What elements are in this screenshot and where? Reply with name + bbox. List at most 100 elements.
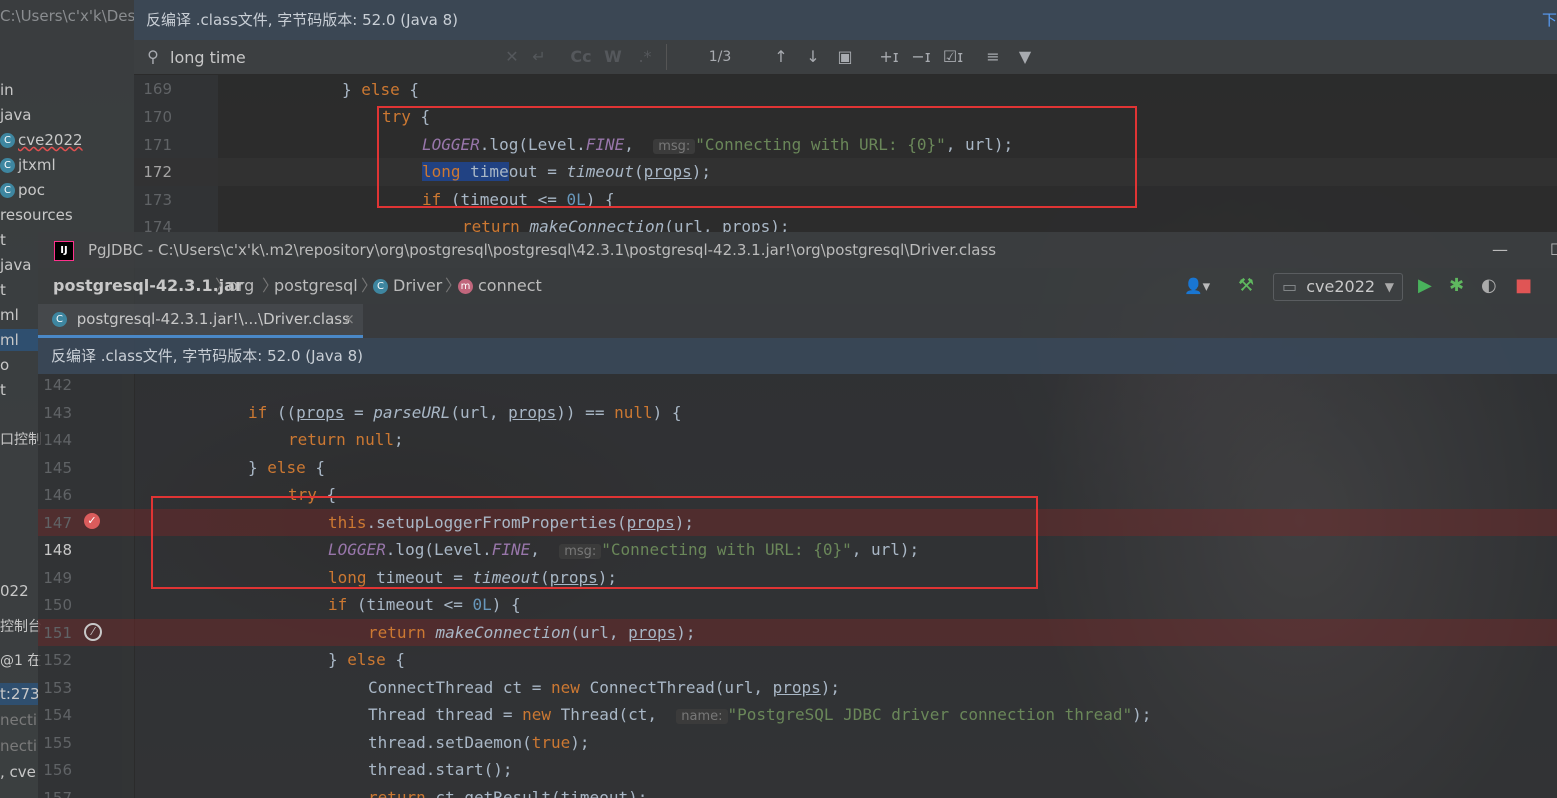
code-line[interactable]: thread.setDaemon(true);	[368, 733, 590, 752]
line-number: 169	[143, 80, 172, 98]
banner-link[interactable]: 下	[1542, 0, 1557, 40]
breakpoint-disabled-icon[interactable]: ⁄	[84, 623, 102, 641]
breakpoint-check-icon[interactable]: ✓	[84, 513, 100, 529]
run-panel-thread[interactable]: @1 在	[0, 650, 41, 672]
run-config-select[interactable]: ▭ cve2022 ▼	[1273, 273, 1403, 301]
close-tab-icon[interactable]: ×	[342, 304, 355, 335]
title-bar: IJ PgJDBC - C:\Users\c'x'k\.m2\repositor…	[38, 232, 1557, 268]
arrow-up-icon[interactable]: ↑	[770, 40, 792, 74]
code-line[interactable]: } else {	[248, 458, 325, 477]
run-panel-frame[interactable]: necti	[0, 709, 37, 731]
line-number: 145	[43, 459, 72, 477]
class-icon: C	[52, 312, 67, 327]
line-number: 155	[43, 734, 72, 752]
line-number: 151	[43, 624, 72, 642]
clear-icon[interactable]: ✕	[502, 40, 522, 74]
breadcrumb-postgresql[interactable]: postgresql	[274, 268, 358, 304]
minimize-icon[interactable]: —	[1492, 232, 1508, 268]
debug-bug-icon[interactable]: ✱	[1449, 268, 1464, 304]
string-literal: "PostgreSQL JDBC driver connection threa…	[727, 705, 1133, 724]
sidebar-item-jtxml[interactable]: Cjtxml	[0, 154, 56, 176]
sidebar-item-resources[interactable]: resources	[0, 204, 73, 226]
line-number: 150	[43, 596, 72, 614]
tab-driver-class[interactable]: C postgresql-42.3.1.jar!\...\Driver.clas…	[38, 304, 363, 338]
filter-lines-icon[interactable]: ≡	[982, 40, 1004, 74]
code-line[interactable]: if (timeout <= 0L) {	[328, 595, 521, 614]
breadcrumb-driver[interactable]: C Driver	[373, 268, 442, 304]
run-icon[interactable]: ▶	[1418, 268, 1432, 304]
build-hammer-icon[interactable]: ⚒	[1238, 268, 1254, 304]
sidebar-item-cve2022[interactable]: Ccve2022	[0, 129, 83, 151]
search-input[interactable]	[168, 44, 512, 70]
run-panel-frame[interactable]: necti	[0, 735, 37, 757]
navigation-bar: postgresql-42.3.1.jar 〉 org 〉 postgresql…	[38, 268, 1557, 304]
match-case-button[interactable]: Cc	[568, 40, 594, 74]
highlight-box	[377, 106, 1137, 208]
sidebar-item-java-2[interactable]: java	[0, 254, 31, 276]
maximize-icon[interactable]: ☐	[1550, 232, 1557, 268]
code-line[interactable]: return null;	[288, 430, 404, 449]
run-panel-config[interactable]: 022	[0, 580, 29, 602]
editor-tabs: C postgresql-42.3.1.jar!\...\Driver.clas…	[38, 304, 1557, 339]
code-line[interactable]: if ((props = parseURL(url, props)) == nu…	[248, 403, 682, 422]
regex-button[interactable]: .*	[634, 40, 656, 74]
newline-icon[interactable]: ↵	[528, 40, 550, 74]
run-panel-console[interactable]: 控制台	[0, 616, 42, 638]
find-bar: ⚲ ✕ ↵ Cc W .* 1/3 ↑ ↓ ▣ +ɪ −ɪ ☑ɪ ≡ ▼	[134, 40, 1557, 75]
filter-icon[interactable]: ▼	[1014, 40, 1036, 74]
code-line[interactable]: thread.start();	[368, 760, 513, 779]
run-panel-frame[interactable]: , cve	[0, 761, 36, 783]
line-number: 148	[43, 541, 72, 559]
code-line[interactable]: Thread thread = new Thread(ct, name: "Pos…	[368, 705, 1151, 724]
user-icon[interactable]: 👤▾	[1184, 268, 1210, 304]
window-title: PgJDBC - C:\Users\c'x'k\.m2\repository\o…	[88, 241, 997, 259]
sidebar-item-poc[interactable]: Cpoc	[0, 179, 45, 201]
search-icon[interactable]: ⚲	[142, 40, 164, 74]
run-panel-frame-selected[interactable]: t:273	[0, 683, 40, 705]
class-icon: C	[0, 133, 15, 148]
background-editor-window: 反编译 .class文件, 字节码版本: 52.0 (Java 8) 下 ⚲ ✕…	[134, 0, 1557, 232]
line-number: 174	[143, 218, 172, 232]
sidebar-item-t-3[interactable]: t	[0, 379, 6, 401]
sidebar-item-control[interactable]: 口控制	[0, 429, 42, 451]
select-all-occurrences-icon[interactable]: ▣	[834, 40, 856, 74]
code-line[interactable]: return ct.getResult(timeout);	[368, 788, 647, 798]
match-counter: 1/3	[708, 49, 732, 65]
class-icon: C	[0, 158, 15, 173]
stop-icon[interactable]: ■	[1515, 268, 1532, 304]
sidebar-item-ml[interactable]: ml	[0, 304, 19, 326]
code-line[interactable]: return makeConnection(url, props);	[462, 217, 790, 232]
breadcrumb-connect[interactable]: m connect	[458, 268, 542, 304]
add-occurrence-icon[interactable]: +ɪ	[876, 40, 902, 74]
sidebar-item-java[interactable]: java	[0, 104, 31, 126]
line-number: 149	[43, 569, 72, 587]
coverage-icon[interactable]: ◐	[1481, 268, 1497, 304]
project-path[interactable]: C:\Users\c'x'k\Desk	[0, 5, 134, 27]
words-button[interactable]: W	[602, 40, 624, 74]
line-number: 156	[43, 761, 72, 779]
select-occurrences-icon[interactable]: ☑ɪ	[940, 40, 966, 74]
arrow-down-icon[interactable]: ↓	[802, 40, 824, 74]
line-number: 153	[43, 679, 72, 697]
breadcrumb-org[interactable]: org	[228, 268, 254, 304]
line-number: 154	[43, 706, 72, 724]
decompiled-banner: 反编译 .class文件, 字节码版本: 52.0 (Java 8) 下	[134, 0, 1557, 41]
line-number: 143	[43, 404, 72, 422]
code-line[interactable]: } else {	[328, 650, 405, 669]
param-hint: name:	[676, 709, 728, 724]
sidebar-item-t-2[interactable]: t	[0, 279, 6, 301]
divider	[666, 44, 667, 70]
line-number: 146	[43, 486, 72, 504]
sidebar-item-t[interactable]: t	[0, 229, 6, 251]
sidebar-item-in[interactable]: in	[0, 79, 14, 101]
line-number: 144	[43, 431, 72, 449]
line-number: 173	[143, 191, 172, 209]
code-line[interactable]: return makeConnection(url, props);	[368, 623, 696, 642]
sidebar-item-o[interactable]: o	[0, 354, 9, 376]
code-line[interactable]: } else {	[342, 80, 419, 99]
sidebar-item-ml-selected[interactable]: ml	[0, 329, 38, 351]
line-number: 152	[43, 651, 72, 669]
code-line[interactable]: ConnectThread ct = new ConnectThread(url…	[368, 678, 840, 697]
remove-occurrence-icon[interactable]: −ɪ	[908, 40, 934, 74]
editor-window: IJ PgJDBC - C:\Users\c'x'k\.m2\repositor…	[38, 232, 1557, 798]
